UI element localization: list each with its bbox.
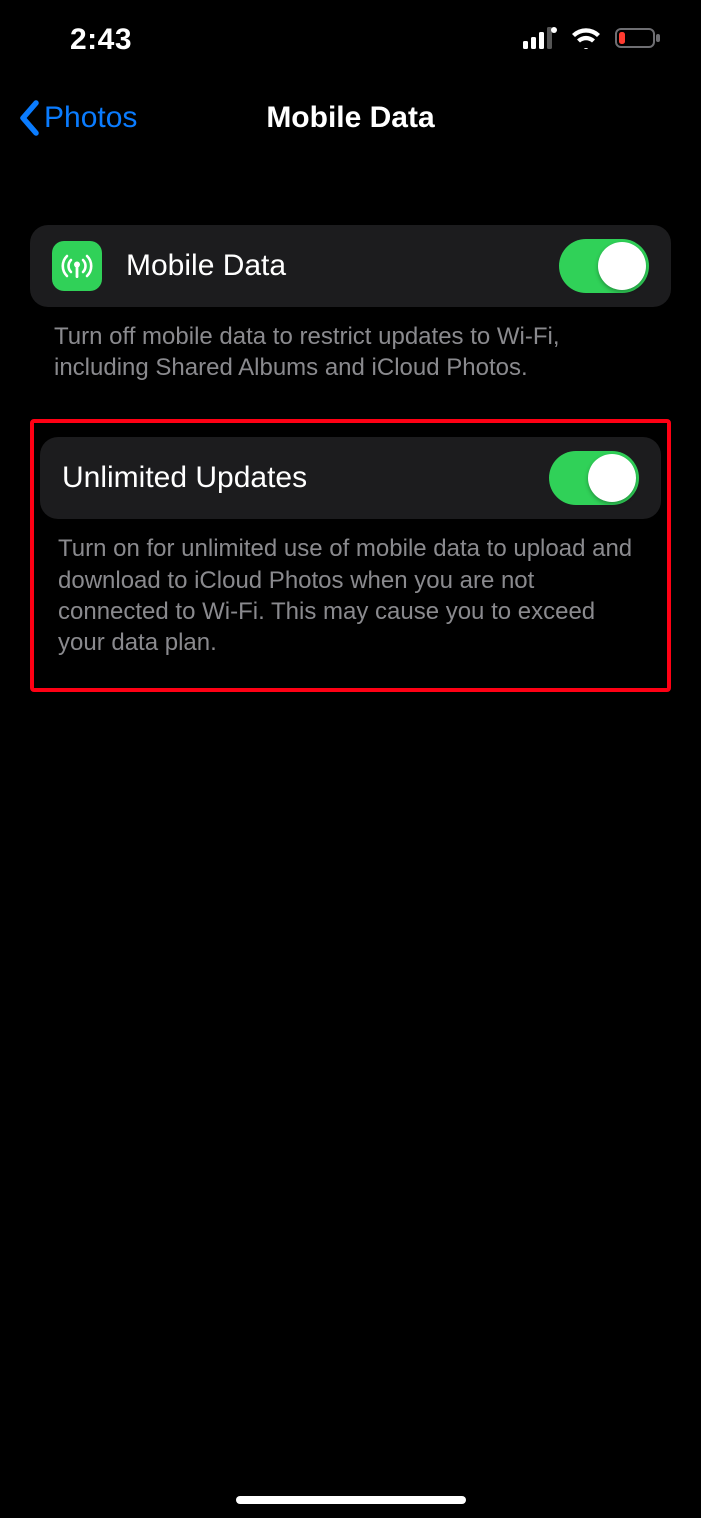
battery-icon <box>615 27 661 54</box>
wifi-icon <box>571 27 601 54</box>
unlimited-updates-footer: Turn on for unlimited use of mobile data… <box>40 519 661 658</box>
cell-signal-icon <box>523 27 557 54</box>
mobile-data-footer: Turn off mobile data to restrict updates… <box>30 307 671 383</box>
home-indicator[interactable] <box>236 1496 466 1504</box>
mobile-data-row: Mobile Data <box>30 225 671 307</box>
unlimited-updates-toggle[interactable] <box>549 451 639 505</box>
unlimited-updates-row: Unlimited Updates <box>40 437 661 519</box>
unlimited-updates-highlight: Unlimited Updates Turn on for unlimited … <box>30 419 671 692</box>
mobile-data-label: Mobile Data <box>126 249 559 283</box>
navigation-bar: Photos Mobile Data <box>0 80 701 155</box>
chevron-left-icon <box>18 100 40 136</box>
back-button-label: Photos <box>44 101 137 135</box>
mobile-data-toggle[interactable] <box>559 239 649 293</box>
unlimited-updates-label: Unlimited Updates <box>62 461 549 495</box>
status-time: 2:43 <box>70 23 132 57</box>
back-button[interactable]: Photos <box>0 100 137 136</box>
status-icons <box>523 27 661 54</box>
antenna-icon <box>52 241 102 291</box>
status-bar: 2:43 <box>0 0 701 80</box>
